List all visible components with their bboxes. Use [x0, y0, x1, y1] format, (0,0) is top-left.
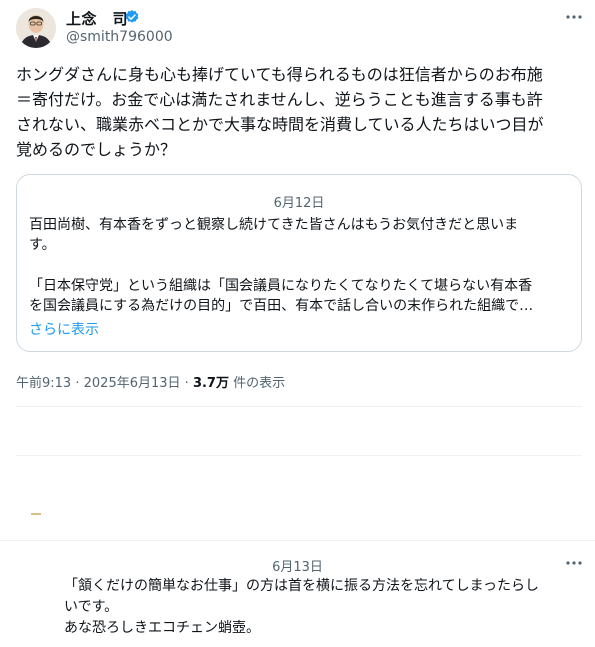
tweet-body-line: ＝寄付だけ。お金で心は満たされませんし、逆らうことも進言する事も許: [16, 90, 543, 109]
author-name[interactable]: 上念 司: [66, 8, 128, 29]
reply-line: いです。: [64, 599, 119, 615]
tweet-body-line: ホングダさんに身も心も捧げていても得られるものは狂信者からのお布施: [16, 65, 543, 84]
tweet-date[interactable]: 2025年6月13日: [84, 376, 181, 391]
quoted-tweet-line: 百田尚樹、有本香をずっと観察し続けてきた皆さんはもうお気付きだと思いま: [29, 217, 519, 233]
author-avatar[interactable]: [16, 8, 56, 48]
quoted-tweet-date: 6月12日: [273, 196, 325, 211]
reply-line: あな恐ろしきエコチェン蛸壺。: [64, 620, 260, 636]
tweet-time[interactable]: 午前9:13: [16, 376, 71, 391]
divider: [16, 406, 582, 407]
quoted-tweet-line: す。: [29, 237, 56, 253]
meta-separator: ·: [184, 376, 189, 391]
tweet-metadata: 午前9:13 · 2025年6月13日 · 3.7万 件の表示: [16, 372, 285, 391]
quoted-tweet-card[interactable]: 6月12日 百田尚樹、有本香をずっと観察し続けてきた皆さんはもうお気付きだと思い…: [16, 174, 582, 352]
views-count: 3.7万: [192, 376, 229, 391]
show-more-link[interactable]: さらに表示: [29, 319, 99, 339]
more-horizontal-icon[interactable]: [565, 554, 583, 572]
quoted-tweet-line: 「日本保守党」という組織は「国会議員になりたくてなりたくて堪らない有本香: [29, 278, 533, 294]
tweet-body: ホングダさんに身も心も捧げていても得られるものは狂信者からのお布施 ＝寄付だけ。…: [16, 62, 582, 162]
reply-date: 6月13日: [272, 560, 323, 575]
quoted-tweet-line: を国会議員にする為だけの目的」で百田、有本で話し合いの末作られた組織で…: [29, 298, 534, 314]
reply-body: 「頷くだけの簡単なお仕事」の方は首を横に振る方法を忘れてしまったらし いです。 …: [64, 576, 584, 639]
avatar-photo: [16, 8, 56, 48]
tweet-body-line: 覚めるのでしょうか？: [16, 140, 177, 159]
tweet-body-line: されない、職業赤ベコとかで大事な時間を消費している人たちはいつ目が: [16, 115, 544, 134]
author-handle[interactable]: @smith796000: [66, 29, 173, 45]
meta-separator: ·: [75, 376, 80, 391]
divider: [0, 540, 595, 541]
more-horizontal-icon[interactable]: [565, 8, 583, 26]
reply-line: 「頷くだけの簡単なお仕事」の方は首を横に振る方法を忘れてしまったらし: [64, 578, 540, 594]
partial-icon: [31, 513, 41, 515]
views-label: 件の表示: [233, 376, 286, 391]
divider: [16, 455, 582, 456]
verified-badge-icon[interactable]: [124, 9, 140, 25]
